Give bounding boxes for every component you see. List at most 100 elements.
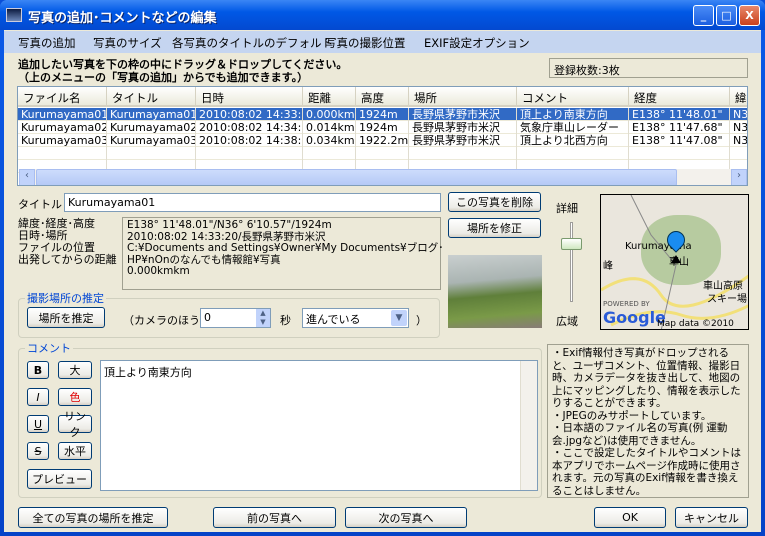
color-button[interactable]: 色	[58, 388, 92, 406]
column-header-longitude[interactable]: 経度	[629, 87, 730, 107]
cell-distance	[303, 147, 356, 160]
estimate-all-button[interactable]: 全ての写真の場所を推定	[18, 507, 168, 528]
preview-button[interactable]: プレビュー	[27, 469, 92, 489]
cell-place: 長野県茅野市米沢	[409, 134, 517, 147]
fix-location-button[interactable]: 場所を修正	[448, 218, 541, 238]
comment-group-label: コメント	[25, 340, 73, 356]
cell-comment: 頂上より北西方向	[517, 134, 629, 147]
comment-textarea[interactable]: 頂上より南東方向	[100, 360, 538, 491]
cell-datetime: 2010:08:02 14:34:29	[196, 121, 303, 134]
comment-vertical-scrollbar[interactable]	[520, 361, 537, 490]
bold-button[interactable]: B	[27, 361, 49, 379]
cell-altitude: 1924m	[356, 108, 409, 121]
scroll-right-icon[interactable]: ›	[731, 169, 747, 185]
cell-comment	[517, 147, 629, 160]
map-label-peak: 峰	[603, 261, 613, 272]
cell-filename	[18, 147, 107, 160]
cell-latitude: N3	[730, 108, 747, 121]
cell-longitude: E138° 11'47.68"	[629, 121, 730, 134]
zoom-slider-thumb[interactable]	[561, 238, 582, 250]
window-title: 写真の追加･コメントなどの編集	[28, 11, 217, 26]
column-header-distance[interactable]: 距離	[303, 87, 356, 107]
horizontal-scrollbar[interactable]: ‹ ›	[19, 169, 747, 185]
info-coords: E138° 11'48.01"/N36° 6'10.57"/1924m	[127, 219, 332, 231]
map-copyright: Map data ©2010 ZENRIN	[657, 319, 734, 329]
map[interactable]: Kurumayama 車山 峰 車山高原 スキー場 POWERED BY Goo…	[600, 194, 749, 330]
cell-longitude: E138° 11'48.01"	[629, 108, 730, 121]
cell-place: 長野県茅野市米沢	[409, 121, 517, 134]
column-header-place[interactable]: 場所	[409, 87, 517, 107]
map-label-ski: スキー場	[707, 294, 747, 305]
menu-exif-options[interactable]: EXIF設定オプション	[424, 35, 530, 51]
cell-title: Kurumayama01	[107, 108, 196, 121]
close-button[interactable]: X	[739, 5, 760, 26]
cell-title	[107, 147, 196, 160]
zoom-detail-label: 詳細	[556, 202, 578, 215]
maximize-button[interactable]: □	[716, 5, 737, 26]
zoom-slider-track[interactable]	[570, 222, 573, 302]
cell-filename: Kurumayama03	[18, 134, 107, 147]
cell-comment: 気象庁車山レーダー	[517, 121, 629, 134]
title-input[interactable]	[64, 193, 441, 212]
strike-button[interactable]: S	[27, 442, 49, 460]
menu-add-photo[interactable]: 写真の追加	[18, 35, 76, 51]
column-header-latitude[interactable]: 緯	[730, 87, 747, 107]
estimate-location-button[interactable]: 場所を推定	[27, 307, 105, 328]
column-header-altitude[interactable]: 高度	[356, 87, 409, 107]
table-row[interactable]: Kurumayama02 Kurumayama02 2010:08:02 14:34…	[18, 121, 747, 134]
help-item: ・ここで設定したタイトルやコメントは本アプリでホームページ作成時に使用されます。…	[552, 447, 741, 497]
delete-photo-button[interactable]: この写真を削除	[448, 192, 541, 212]
ok-button[interactable]: OK	[594, 507, 666, 528]
italic-button[interactable]: I	[27, 388, 49, 406]
cell-altitude: 1924m	[356, 121, 409, 134]
cell-title: Kurumayama02	[107, 121, 196, 134]
stepper-arrows-icon[interactable]: ▲ ▼	[256, 309, 270, 327]
minimize-button[interactable]: _	[693, 5, 714, 26]
cell-altitude	[356, 147, 409, 160]
cancel-button[interactable]: キャンセル	[675, 507, 748, 528]
comment-text: 頂上より南東方向	[104, 366, 192, 379]
help-item: ・日本語のファイル名の写真(例 運動会.jpgなど)は使用できません。	[552, 422, 728, 447]
chevron-down-icon[interactable]: ▼	[391, 310, 407, 326]
large-button[interactable]: 大	[58, 361, 92, 379]
cell-place	[409, 147, 517, 160]
direction-select[interactable]: 進んでいる ▼	[302, 308, 409, 328]
cell-place: 長野県茅野市米沢	[409, 108, 517, 121]
next-photo-button[interactable]: 次の写真へ	[345, 507, 467, 528]
summit-icon	[671, 255, 681, 263]
title-label: タイトル	[18, 198, 62, 211]
seconds-value: 0	[204, 311, 211, 324]
table-row[interactable]: Kurumayama03 Kurumayama03 2010:08:02 14:38…	[18, 134, 747, 147]
info-path: C:¥Documents and Settings¥Owner¥My Docum…	[127, 242, 444, 254]
camera-offset-prefix: （カメラのほうが	[123, 314, 211, 327]
menu-photo-location[interactable]: 写真の撮影位置	[325, 35, 406, 51]
column-header-comment[interactable]: コメント	[517, 87, 629, 107]
scroll-left-icon[interactable]: ‹	[19, 169, 35, 185]
column-header-filename[interactable]: ファイル名	[18, 87, 107, 107]
horizontal-rule-button[interactable]: 水平	[58, 442, 92, 460]
camera-offset-suffix: ）	[416, 314, 427, 327]
cell-altitude: 1922.2m	[356, 134, 409, 147]
info-distance: 0.000kmkm	[127, 265, 190, 277]
menu-title-default[interactable]: 各写真のタイトルのデフォルト	[172, 35, 333, 51]
app-icon	[6, 8, 22, 22]
help-box: ・Exif情報付き写真がドロップされると、ユーザコメント、位置情報、撮影日時、カ…	[547, 344, 749, 498]
column-header-datetime[interactable]: 日時	[196, 87, 303, 107]
map-powered-by: POWERED BY	[603, 300, 650, 308]
table-row[interactable]: Kurumayama01 Kurumayama01 2010:08:02 14:33…	[18, 108, 747, 121]
cell-comment: 頂上より南東方向	[517, 108, 629, 121]
link-button[interactable]: リンク	[58, 410, 92, 439]
cell-title: Kurumayama03	[107, 134, 196, 147]
photo-list[interactable]: ファイル名 タイトル 日時 距離 高度 場所 コメント 経度緯 Kurumayama01 Kuru…	[17, 86, 748, 186]
column-header-title[interactable]: タイトル	[107, 87, 196, 107]
scrollbar-thumb[interactable]	[36, 169, 677, 185]
previous-photo-button[interactable]: 前の写真へ	[213, 507, 336, 528]
help-item: ・JPEGのみサポートしています。	[552, 409, 712, 422]
menu-photo-size[interactable]: 写真のサイズ	[93, 35, 162, 51]
instruction-line2: （上のメニューの「写真の追加」からでも追加できます。）	[18, 71, 309, 84]
seconds-unit: 秒	[280, 314, 291, 327]
table-row[interactable]	[18, 147, 747, 160]
cell-distance: 0.034km	[303, 134, 356, 147]
underline-button[interactable]: U	[27, 415, 49, 433]
seconds-stepper[interactable]: 0 ▲ ▼	[200, 308, 271, 328]
